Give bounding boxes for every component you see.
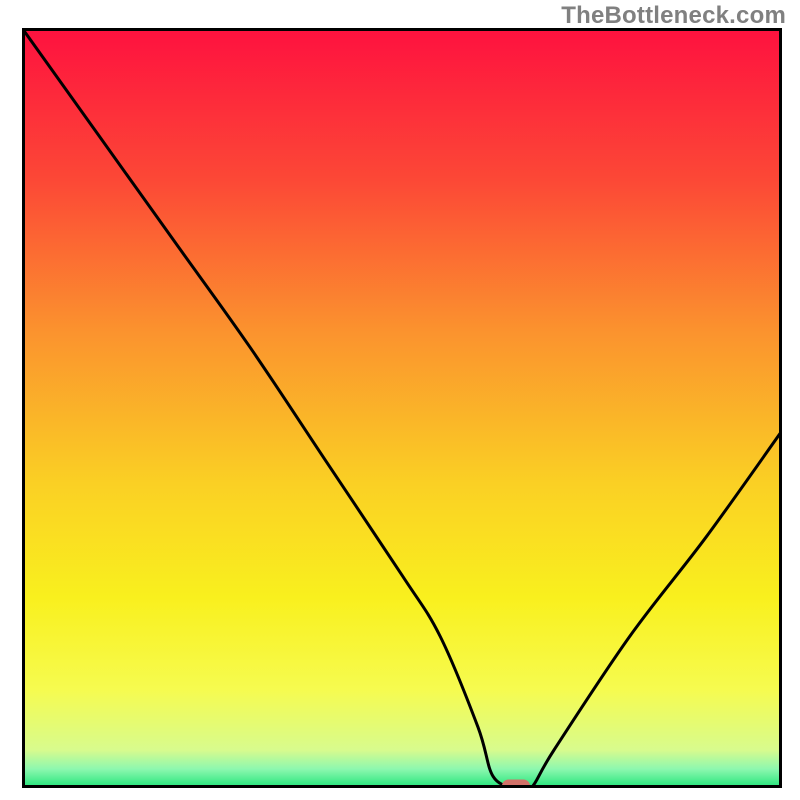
watermark-text: TheBottleneck.com [561, 2, 786, 30]
chart-svg [22, 28, 782, 788]
bottleneck-chart [22, 28, 782, 788]
gradient-background [22, 28, 782, 788]
chart-container: TheBottleneck.com [0, 0, 800, 800]
